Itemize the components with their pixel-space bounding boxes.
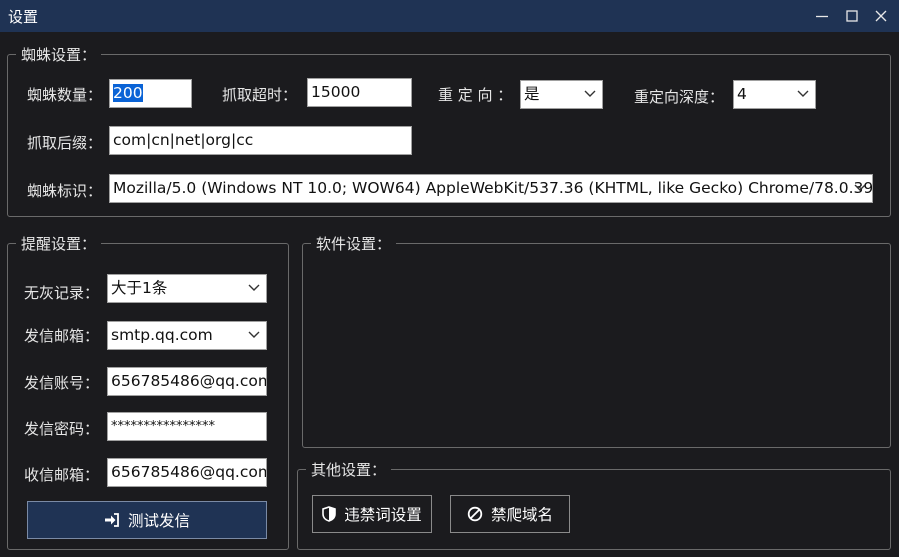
ban-domain-button[interactable]: 禁爬域名 — [450, 495, 570, 533]
forbidden-words-button-label: 违禁词设置 — [344, 506, 422, 524]
test-send-button-label: 测试发信 — [127, 512, 190, 530]
redirect-label: 重 定 向 ： — [438, 86, 513, 104]
chevron-down-icon — [797, 90, 809, 97]
ban-icon — [467, 506, 483, 522]
title-bar: 设置 — [0, 0, 899, 32]
redirect-depth-label: 重定向深度： — [634, 88, 725, 106]
test-send-button[interactable]: 测试发信 — [27, 501, 267, 539]
user-agent-select-value: Mozilla/5.0 (Windows NT 10.0; WOW64) App… — [113, 179, 873, 197]
spider-settings-legend: 蜘蛛设置： — [16, 44, 102, 65]
window-title: 设置 — [8, 8, 39, 26]
no-record-label: 无灰记录： — [24, 284, 100, 302]
reminder-settings-legend: 提醒设置： — [16, 233, 102, 254]
spider-count-value: 200 — [113, 84, 143, 102]
redirect-depth-select[interactable]: 4 — [733, 80, 816, 109]
sender-smtp-label: 发信邮箱： — [24, 327, 100, 345]
chevron-down-icon — [248, 284, 260, 291]
software-settings-legend: 软件设置： — [311, 233, 397, 254]
crawl-suffix-input[interactable]: com|cn|net|org|cc — [109, 126, 412, 155]
crawl-timeout-label: 抓取超时： — [222, 86, 298, 104]
sender-smtp-select-value: smtp.qq.com — [111, 326, 213, 344]
redirect-select[interactable]: 是 — [520, 80, 603, 109]
sender-password-label: 发信密码： — [24, 420, 100, 438]
redirect-depth-select-value: 4 — [737, 85, 747, 103]
sender-smtp-select[interactable]: smtp.qq.com — [107, 321, 267, 350]
forbidden-words-button[interactable]: 违禁词设置 — [312, 495, 432, 533]
crawl-timeout-input[interactable]: 15000 — [307, 78, 412, 107]
close-icon[interactable] — [868, 4, 894, 28]
maximize-icon[interactable] — [839, 4, 865, 28]
sender-account-label: 发信账号： — [24, 374, 100, 392]
sender-password-input[interactable]: **************** — [107, 412, 267, 441]
redirect-select-value: 是 — [524, 85, 540, 103]
spider-count-input[interactable]: 200 — [109, 79, 192, 108]
minimize-icon[interactable] — [809, 4, 835, 28]
receiver-email-input[interactable]: 656785486@qq.com — [107, 458, 267, 487]
chevron-down-icon — [854, 184, 866, 191]
receiver-email-label: 收信邮箱： — [24, 466, 100, 484]
sender-account-input[interactable]: 656785486@qq.com — [107, 367, 267, 396]
spider-count-label: 蜘蛛数量： — [27, 86, 103, 104]
no-record-select[interactable]: 大于1条 — [107, 274, 267, 303]
user-agent-label: 蜘蛛标识： — [27, 182, 103, 200]
user-agent-select[interactable]: Mozilla/5.0 (Windows NT 10.0; WOW64) App… — [109, 174, 873, 203]
chevron-down-icon — [584, 90, 596, 97]
software-settings-group: 软件设置： — [302, 233, 891, 448]
chevron-down-icon — [248, 331, 260, 338]
ban-domain-button-label: 禁爬域名 — [490, 506, 553, 524]
no-record-select-value: 大于1条 — [111, 279, 168, 297]
other-settings-legend: 其他设置： — [306, 459, 392, 480]
shield-icon — [322, 506, 337, 522]
sign-in-icon — [104, 513, 119, 527]
crawl-suffix-label: 抓取后缀： — [27, 134, 103, 152]
